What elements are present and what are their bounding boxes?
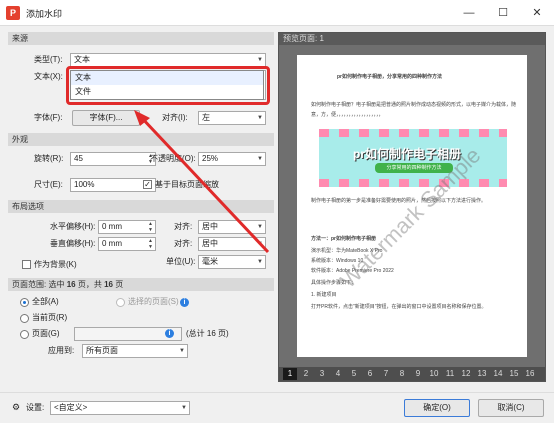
- page-number-11[interactable]: 11: [443, 368, 457, 380]
- settings-value: <自定义>: [54, 403, 88, 412]
- ok-button[interactable]: 确定(O): [404, 399, 470, 417]
- page-number-5[interactable]: 5: [347, 368, 361, 380]
- page-number-12[interactable]: 12: [459, 368, 473, 380]
- page-number-1[interactable]: 1: [283, 368, 297, 380]
- preview-page: pr如何制作电子相册，分享常用的四种制作方法 如何制作电子相册？电子相册是把普通…: [297, 55, 527, 357]
- page-number-14[interactable]: 14: [491, 368, 505, 380]
- preview-panel: 预览页面: 1 pr如何制作电子相册，分享常用的四种制作方法 如何制作电子相册？…: [278, 32, 546, 382]
- page-number-4[interactable]: 4: [331, 368, 345, 380]
- preview-header: 预览页面: 1: [279, 33, 545, 45]
- page-number-6[interactable]: 6: [363, 368, 377, 380]
- doc-line: 制作电子相册的第一步是准备好需要使用的照片，然后按照以下方法进行操作。: [311, 198, 487, 204]
- doc-heading: pr如何制作电子相册，分享常用的四种制作方法: [337, 74, 443, 80]
- page-number-9[interactable]: 9: [411, 368, 425, 380]
- doc-line: 打开PR软件，点击"新建项目"按钮，在弹出的窗口中设置项目名称和保存位置。: [311, 304, 487, 310]
- page-number-16[interactable]: 16: [523, 368, 537, 380]
- banner-title: pr如何制作电子相册: [353, 147, 462, 161]
- page-number-13[interactable]: 13: [475, 368, 489, 380]
- page-number-10[interactable]: 10: [427, 368, 441, 380]
- doc-line: 如何制作电子相册？电子相册是把普通的照片制作成动态视频的形式，以电子媒介为载体，…: [311, 102, 517, 108]
- doc-line: 意，方，便，，，，，，，，，，，，，，，，，，: [311, 112, 384, 118]
- page-number-3[interactable]: 3: [315, 368, 329, 380]
- cancel-button[interactable]: 取消(C): [478, 399, 544, 417]
- bottom-bar: ⚙ 设置: <自定义> ▼ 确定(O) 取消(C): [0, 392, 554, 423]
- page-navigation: 1 2 3 4 5 6 7 8 9 10 11 12 13 14 15 16: [279, 367, 545, 381]
- page-number-15[interactable]: 15: [507, 368, 521, 380]
- doc-line: 1. 新建项目: [311, 292, 337, 298]
- chevron-down-icon: ▼: [181, 405, 187, 411]
- method-title: 方法一：pr如何制作电子相册: [311, 236, 377, 242]
- page-number-2[interactable]: 2: [299, 368, 313, 380]
- settings-select[interactable]: <自定义> ▼: [50, 401, 190, 415]
- banner-stripe: [319, 179, 507, 187]
- gear-icon: ⚙: [12, 402, 21, 412]
- page-number-8[interactable]: 8: [395, 368, 409, 380]
- page-number-7[interactable]: 7: [379, 368, 393, 380]
- settings-label: 设置:: [26, 403, 45, 412]
- banner-stripe: [319, 129, 507, 137]
